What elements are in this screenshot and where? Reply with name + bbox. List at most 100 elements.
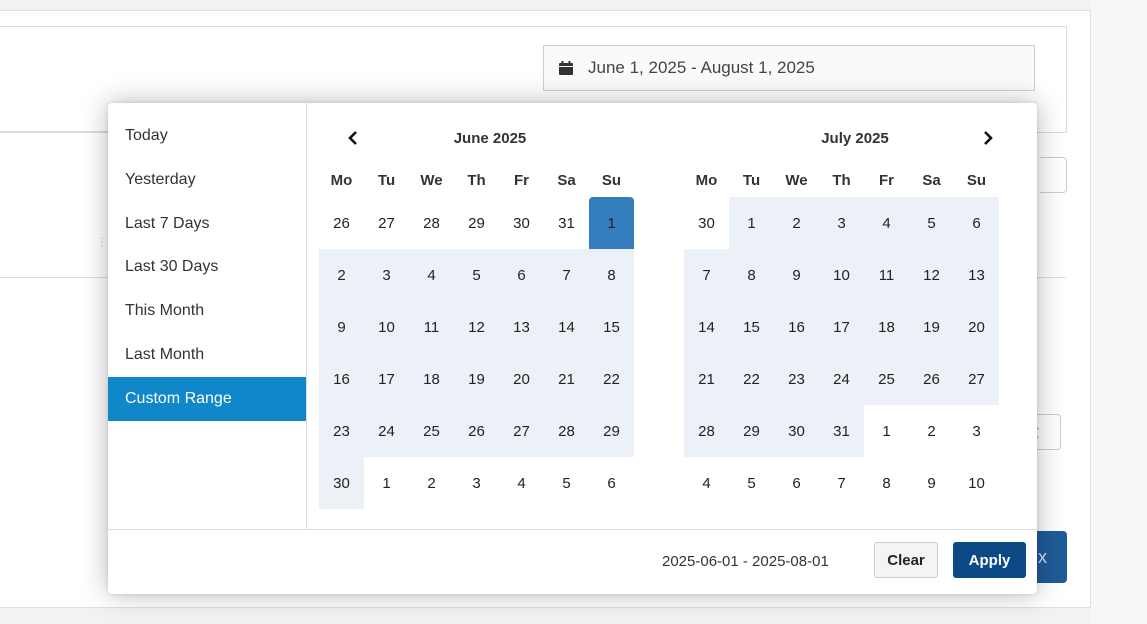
calendar-day[interactable]: 2	[409, 457, 454, 509]
calendar-day[interactable]: 16	[774, 301, 819, 353]
calendar-day[interactable]: 30	[499, 197, 544, 249]
calendar-day[interactable]: 6	[774, 457, 819, 509]
calendar-day[interactable]: 8	[589, 249, 634, 301]
calendar-day[interactable]: 1	[589, 197, 634, 249]
calendar-right: July 2025 Mo Tu We Th Fr Sa Su 30 1 2 3 4 5 6 7 8 9 10 11 1…	[684, 123, 1026, 509]
range-option-last-month[interactable]: Last Month	[108, 333, 306, 377]
next-month-button[interactable]	[976, 125, 1000, 151]
calendar-day[interactable]: 23	[319, 405, 364, 457]
calendar-day[interactable]: 1	[364, 457, 409, 509]
calendar-day[interactable]: 12	[909, 249, 954, 301]
calendar-day[interactable]: 22	[589, 353, 634, 405]
calendar-day[interactable]: 7	[684, 249, 729, 301]
range-option-this-month[interactable]: This Month	[108, 289, 306, 333]
calendar-day[interactable]: 16	[319, 353, 364, 405]
calendar-day[interactable]: 17	[819, 301, 864, 353]
calendar-day[interactable]: 13	[954, 249, 999, 301]
calendar-day[interactable]: 10	[954, 457, 999, 509]
calendar-day[interactable]: 3	[454, 457, 499, 509]
calendar-day[interactable]: 24	[819, 353, 864, 405]
range-option-today[interactable]: Today	[108, 114, 306, 158]
calendar-day[interactable]: 10	[364, 301, 409, 353]
calendar-day[interactable]: 5	[544, 457, 589, 509]
calendar-day[interactable]: 27	[364, 197, 409, 249]
calendar-day[interactable]: 13	[499, 301, 544, 353]
calendar-day[interactable]: 17	[364, 353, 409, 405]
calendar-day[interactable]: 3	[364, 249, 409, 301]
calendar-day[interactable]: 14	[544, 301, 589, 353]
calendar-day[interactable]: 15	[729, 301, 774, 353]
calendar-day[interactable]: 21	[544, 353, 589, 405]
calendar-day[interactable]: 8	[729, 249, 774, 301]
calendar-day[interactable]: 9	[319, 301, 364, 353]
calendar-day[interactable]: 20	[499, 353, 544, 405]
calendar-day[interactable]: 30	[774, 405, 819, 457]
calendar-day[interactable]: 8	[864, 457, 909, 509]
calendar-day[interactable]: 6	[954, 197, 999, 249]
calendar-day[interactable]: 18	[409, 353, 454, 405]
calendar-day[interactable]: 31	[819, 405, 864, 457]
calendar-day[interactable]: 14	[684, 301, 729, 353]
calendar-day[interactable]: 11	[409, 301, 454, 353]
calendar-day[interactable]: 26	[909, 353, 954, 405]
calendar-day[interactable]: 29	[454, 197, 499, 249]
calendar-day[interactable]: 22	[729, 353, 774, 405]
calendar-day[interactable]: 24	[364, 405, 409, 457]
calendar-day[interactable]: 27	[499, 405, 544, 457]
calendar-day[interactable]: 1	[864, 405, 909, 457]
calendar-day[interactable]: 2	[774, 197, 819, 249]
calendar-day[interactable]: 26	[454, 405, 499, 457]
range-option-last-7-days[interactable]: Last 7 Days	[108, 202, 306, 246]
calendar-day[interactable]: 27	[954, 353, 999, 405]
range-option-last-30-days[interactable]: Last 30 Days	[108, 245, 306, 289]
range-option-custom-range[interactable]: Custom Range	[108, 376, 306, 421]
calendar-day[interactable]: 11	[864, 249, 909, 301]
calendar-day[interactable]: 3	[819, 197, 864, 249]
calendar-day[interactable]: 9	[909, 457, 954, 509]
calendar-day[interactable]: 5	[454, 249, 499, 301]
range-option-yesterday[interactable]: Yesterday	[108, 158, 306, 202]
calendar-day[interactable]: 7	[819, 457, 864, 509]
apply-button[interactable]: Apply	[953, 542, 1026, 578]
calendar-day[interactable]: 28	[684, 405, 729, 457]
calendar-day[interactable]: 25	[864, 353, 909, 405]
weekday-header: Mo	[330, 172, 353, 189]
weekday-header: Tu	[377, 172, 396, 189]
calendar-day[interactable]: 3	[954, 405, 999, 457]
calendar-day[interactable]: 15	[589, 301, 634, 353]
calendar-day[interactable]: 19	[454, 353, 499, 405]
calendar-day[interactable]: 4	[409, 249, 454, 301]
calendar-day[interactable]: 10	[819, 249, 864, 301]
calendar-day[interactable]: 6	[589, 457, 634, 509]
calendar-day[interactable]: 19	[909, 301, 954, 353]
picker-footer: 2025-06-01 - 2025-08-01 Clear Apply	[108, 529, 1037, 594]
calendar-day[interactable]: 25	[409, 405, 454, 457]
calendar-day[interactable]: 4	[684, 457, 729, 509]
calendar-day[interactable]: 2	[909, 405, 954, 457]
calendar-day[interactable]: 21	[684, 353, 729, 405]
calendar-day[interactable]: 28	[544, 405, 589, 457]
calendar-day[interactable]: 30	[684, 197, 729, 249]
date-range-trigger[interactable]: June 1, 2025 - August 1, 2025	[543, 45, 1035, 91]
calendar-day[interactable]: 18	[864, 301, 909, 353]
calendar-day[interactable]: 23	[774, 353, 819, 405]
calendar-day[interactable]: 29	[589, 405, 634, 457]
calendar-day[interactable]: 5	[909, 197, 954, 249]
calendar-day[interactable]: 28	[409, 197, 454, 249]
background-input[interactable]	[1040, 157, 1067, 193]
calendar-day[interactable]: 26	[319, 197, 364, 249]
calendar-day[interactable]: 6	[499, 249, 544, 301]
calendar-day[interactable]: 12	[454, 301, 499, 353]
calendar-day[interactable]: 1	[729, 197, 774, 249]
calendar-day[interactable]: 20	[954, 301, 999, 353]
calendar-day[interactable]: 4	[864, 197, 909, 249]
calendar-day[interactable]: 31	[544, 197, 589, 249]
calendar-day[interactable]: 7	[544, 249, 589, 301]
calendar-day[interactable]: 5	[729, 457, 774, 509]
clear-button[interactable]: Clear	[874, 542, 938, 578]
calendar-day[interactable]: 9	[774, 249, 819, 301]
calendar-day[interactable]: 29	[729, 405, 774, 457]
calendar-day[interactable]: 4	[499, 457, 544, 509]
calendar-day[interactable]: 2	[319, 249, 364, 301]
calendar-day[interactable]: 30	[319, 457, 364, 509]
